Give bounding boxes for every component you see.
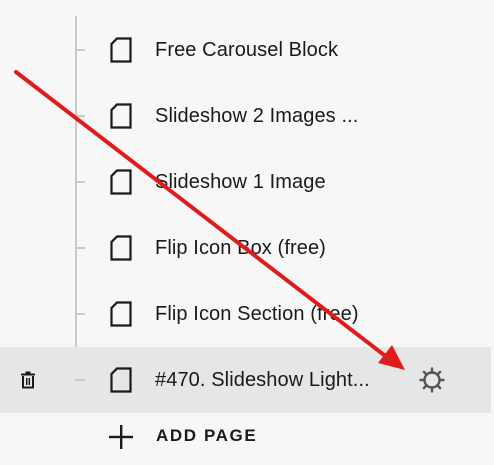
page-row[interactable]: Slideshow 2 Images ... — [0, 83, 494, 149]
page-label: Flip Icon Section (free) — [155, 303, 359, 325]
trash-icon[interactable] — [20, 371, 36, 389]
page-tree: Free Carousel Block Slideshow 2 Images .… — [0, 0, 494, 465]
page-icon — [110, 367, 132, 393]
tree-branch — [75, 247, 85, 249]
page-label: Slideshow 1 Image — [155, 171, 326, 193]
page-icon — [110, 37, 132, 63]
page-label: Flip Icon Box (free) — [155, 237, 326, 259]
page-row-selected[interactable]: #470. Slideshow Light... — [0, 347, 491, 413]
plus-icon — [108, 424, 134, 450]
page-row[interactable]: Slideshow 1 Image — [0, 149, 494, 215]
page-icon — [110, 103, 132, 129]
tree-branch — [75, 49, 85, 51]
page-icon — [110, 235, 132, 261]
page-icon — [110, 301, 132, 327]
page-label: #470. Slideshow Light... — [155, 369, 370, 391]
page-row[interactable]: Flip Icon Section (free) — [0, 281, 494, 347]
gear-icon[interactable] — [418, 366, 446, 394]
page-label: Slideshow 2 Images ... — [155, 105, 359, 127]
page-row[interactable]: Free Carousel Block — [0, 17, 494, 83]
tree-branch — [75, 379, 85, 381]
tree-branch — [75, 313, 85, 315]
page-label: Free Carousel Block — [155, 39, 339, 61]
add-page-label: ADD PAGE — [156, 426, 258, 445]
tree-branch — [75, 115, 85, 117]
page-row[interactable]: Flip Icon Box (free) — [0, 215, 494, 281]
tree-branch — [75, 181, 85, 183]
add-page-button[interactable]: ADD PAGE — [108, 420, 268, 452]
page-icon — [110, 169, 132, 195]
